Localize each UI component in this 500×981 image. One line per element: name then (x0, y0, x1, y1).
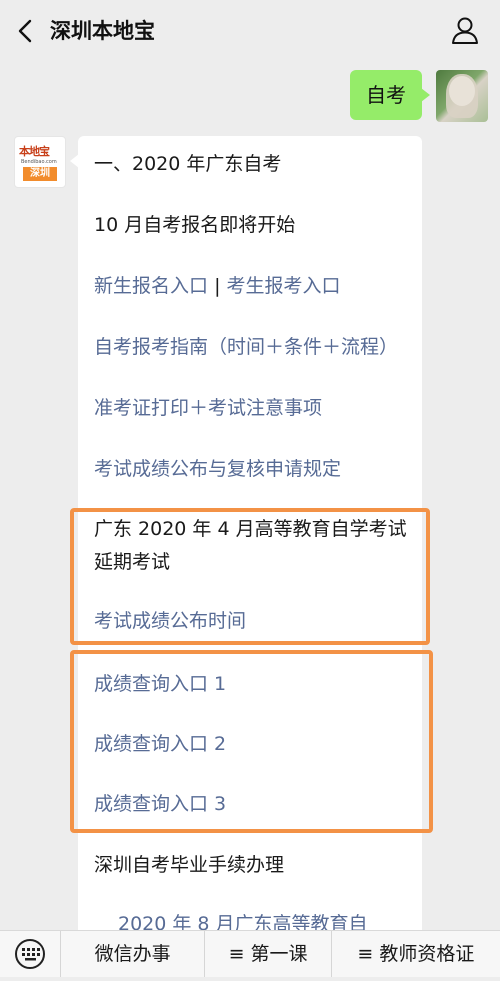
score-time-link[interactable]: 考试成绩公布时间 (94, 609, 246, 633)
person-icon (452, 17, 478, 44)
new-signup-link[interactable]: 新生报名入口 (94, 275, 208, 297)
score-query-link-1[interactable]: 成绩查询入口 1 (94, 672, 226, 696)
user-message-bubble[interactable]: 自考 (350, 70, 430, 120)
score-query-link-3[interactable]: 成绩查询入口 3 (94, 792, 226, 816)
keyboard-icon (15, 939, 45, 969)
user-message-row: 自考 (350, 70, 488, 122)
profile-button[interactable] (450, 15, 480, 45)
back-button[interactable] (12, 16, 40, 46)
bot-logo-domain: Bendibao.com (21, 159, 57, 165)
graduation-text: 深圳自考毕业手续办理 (94, 854, 285, 876)
score-rules-link[interactable]: 考试成绩公布与复核申请规定 (94, 457, 341, 481)
admission-print-link[interactable]: 准考证打印＋考试注意事项 (94, 396, 322, 420)
message-heading: 一、2020 年广东自考 (94, 153, 282, 175)
signup-links-row: 新生报名入口 | 考生报考入口 (94, 274, 341, 298)
guide-link[interactable]: 自考报考指南（时间＋条件＋流程） (94, 335, 398, 359)
user-avatar[interactable] (436, 70, 488, 122)
menu-list-icon: ≡ (228, 943, 245, 965)
bot-logo-text: 本地宝 (19, 145, 50, 158)
chevron-left-icon (18, 19, 32, 43)
score-query-link-2[interactable]: 成绩查询入口 2 (94, 732, 226, 756)
menu-list-icon: ≡ (357, 943, 374, 965)
menu-item-teacher-certificate[interactable]: ≡ 教师资格证 (330, 931, 500, 977)
menu-item-first-lesson[interactable]: ≡ 第一课 (204, 931, 330, 977)
top-bar: 深圳本地宝 (0, 0, 500, 62)
menu-item-label: 微信办事 (94, 943, 171, 965)
menu-item-label: 第一课 (250, 943, 308, 965)
page-title: 深圳本地宝 (50, 19, 155, 43)
avatar-face (449, 76, 475, 106)
bottom-menu-bar: 微信办事 ≡ 第一课 ≡ 教师资格证 (0, 930, 500, 977)
menu-item-label: 教师资格证 (379, 943, 475, 965)
keyboard-toggle-button[interactable] (0, 931, 60, 977)
message-subheading: 10 月自考报名即将开始 (94, 214, 296, 236)
menu-item-wechat-services[interactable]: 微信办事 (60, 931, 204, 977)
bot-logo-city: 深圳 (23, 167, 57, 181)
exam-signup-link[interactable]: 考生报考入口 (227, 275, 341, 297)
link-separator: | (214, 275, 221, 297)
postpone-notice: 广东 2020 年 4 月高等教育自学考试延期考试 (94, 518, 407, 573)
bot-avatar[interactable]: 本地宝 Bendibao.com 深圳 (14, 136, 66, 188)
bot-message-bubble: 一、2020 年广东自考 10 月自考报名即将开始 新生报名入口 | 考生报考入… (70, 136, 422, 936)
